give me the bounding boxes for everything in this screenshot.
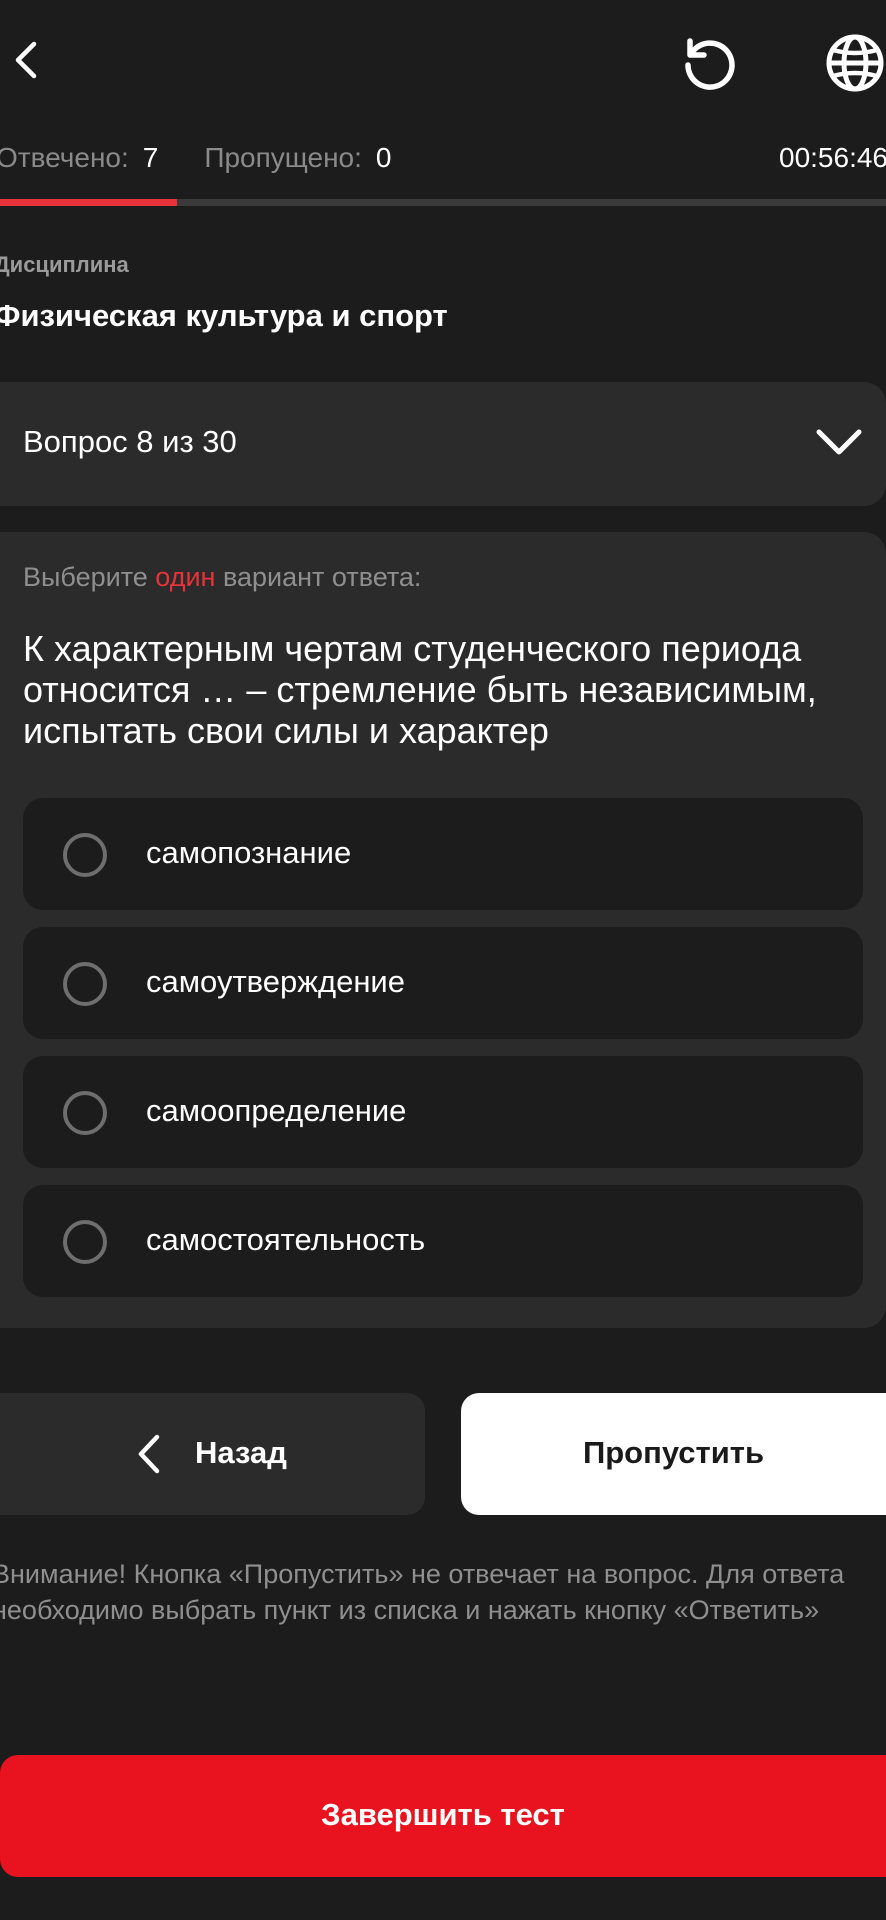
answer-option[interactable]: самоутверждение (23, 927, 863, 1039)
answer-option[interactable]: самоопределение (23, 1056, 863, 1168)
progress-fill (0, 199, 178, 206)
question-selector[interactable]: Вопрос 8 из 30 (0, 382, 886, 506)
answer-option-label: самопознание (146, 835, 352, 870)
question-text: К характерным чертам студенческого перио… (23, 628, 817, 751)
answer-option-label: самоопределение (146, 1093, 407, 1128)
skipped-label: Пропущено: (204, 142, 362, 173)
finish-test-label: Завершить тест (321, 1797, 565, 1832)
answered-count: 7 (142, 142, 159, 173)
question-selector-label: Вопрос 8 из 30 (23, 424, 237, 459)
radio-button[interactable] (63, 833, 107, 877)
discipline-label: Дисциплина (0, 252, 129, 277)
back-icon[interactable] (0, 30, 52, 90)
reset-icon[interactable] (676, 30, 742, 96)
progress-bar (0, 199, 886, 206)
finish-test-button[interactable]: Завершить тест (0, 1755, 886, 1877)
skip-button[interactable]: Пропустить (461, 1393, 886, 1515)
instruction-text: Выберите (23, 562, 156, 592)
question-instruction: Выберите один вариант ответа: (23, 562, 421, 593)
skip-notice: Внимание! Кнопка «Пропустить» не отвечае… (0, 1559, 845, 1625)
radio-button[interactable] (63, 1220, 107, 1264)
timer: 00:56:46 (779, 142, 886, 173)
skip-button-label: Пропустить (582, 1435, 765, 1470)
answer-stats: Отвечено: 7 Пропущено: 0 (0, 142, 391, 174)
back-button[interactable]: Назад (0, 1393, 425, 1515)
discipline-title: Физическая культура и спорт (0, 298, 448, 333)
instruction-accent: один (155, 562, 216, 592)
question-card: Выберите один вариант ответа: К характер… (0, 532, 886, 1328)
answer-option[interactable]: самостоятельность (23, 1185, 863, 1297)
chevron-down-icon (816, 429, 862, 455)
answer-option[interactable]: самопознание (23, 798, 863, 910)
answer-option-label: самоутверждение (146, 964, 405, 999)
answer-option-label: самостоятельность (146, 1222, 426, 1257)
answered-label: Отвечено: (0, 142, 129, 173)
radio-button[interactable] (63, 1091, 107, 1135)
instruction-text-end: вариант ответа: (215, 562, 422, 592)
globe-icon[interactable] (822, 30, 886, 96)
back-button-label: Назад (195, 1435, 287, 1470)
chevron-left-icon (138, 1434, 160, 1474)
radio-button[interactable] (63, 962, 107, 1006)
skipped-count: 0 (375, 142, 392, 173)
